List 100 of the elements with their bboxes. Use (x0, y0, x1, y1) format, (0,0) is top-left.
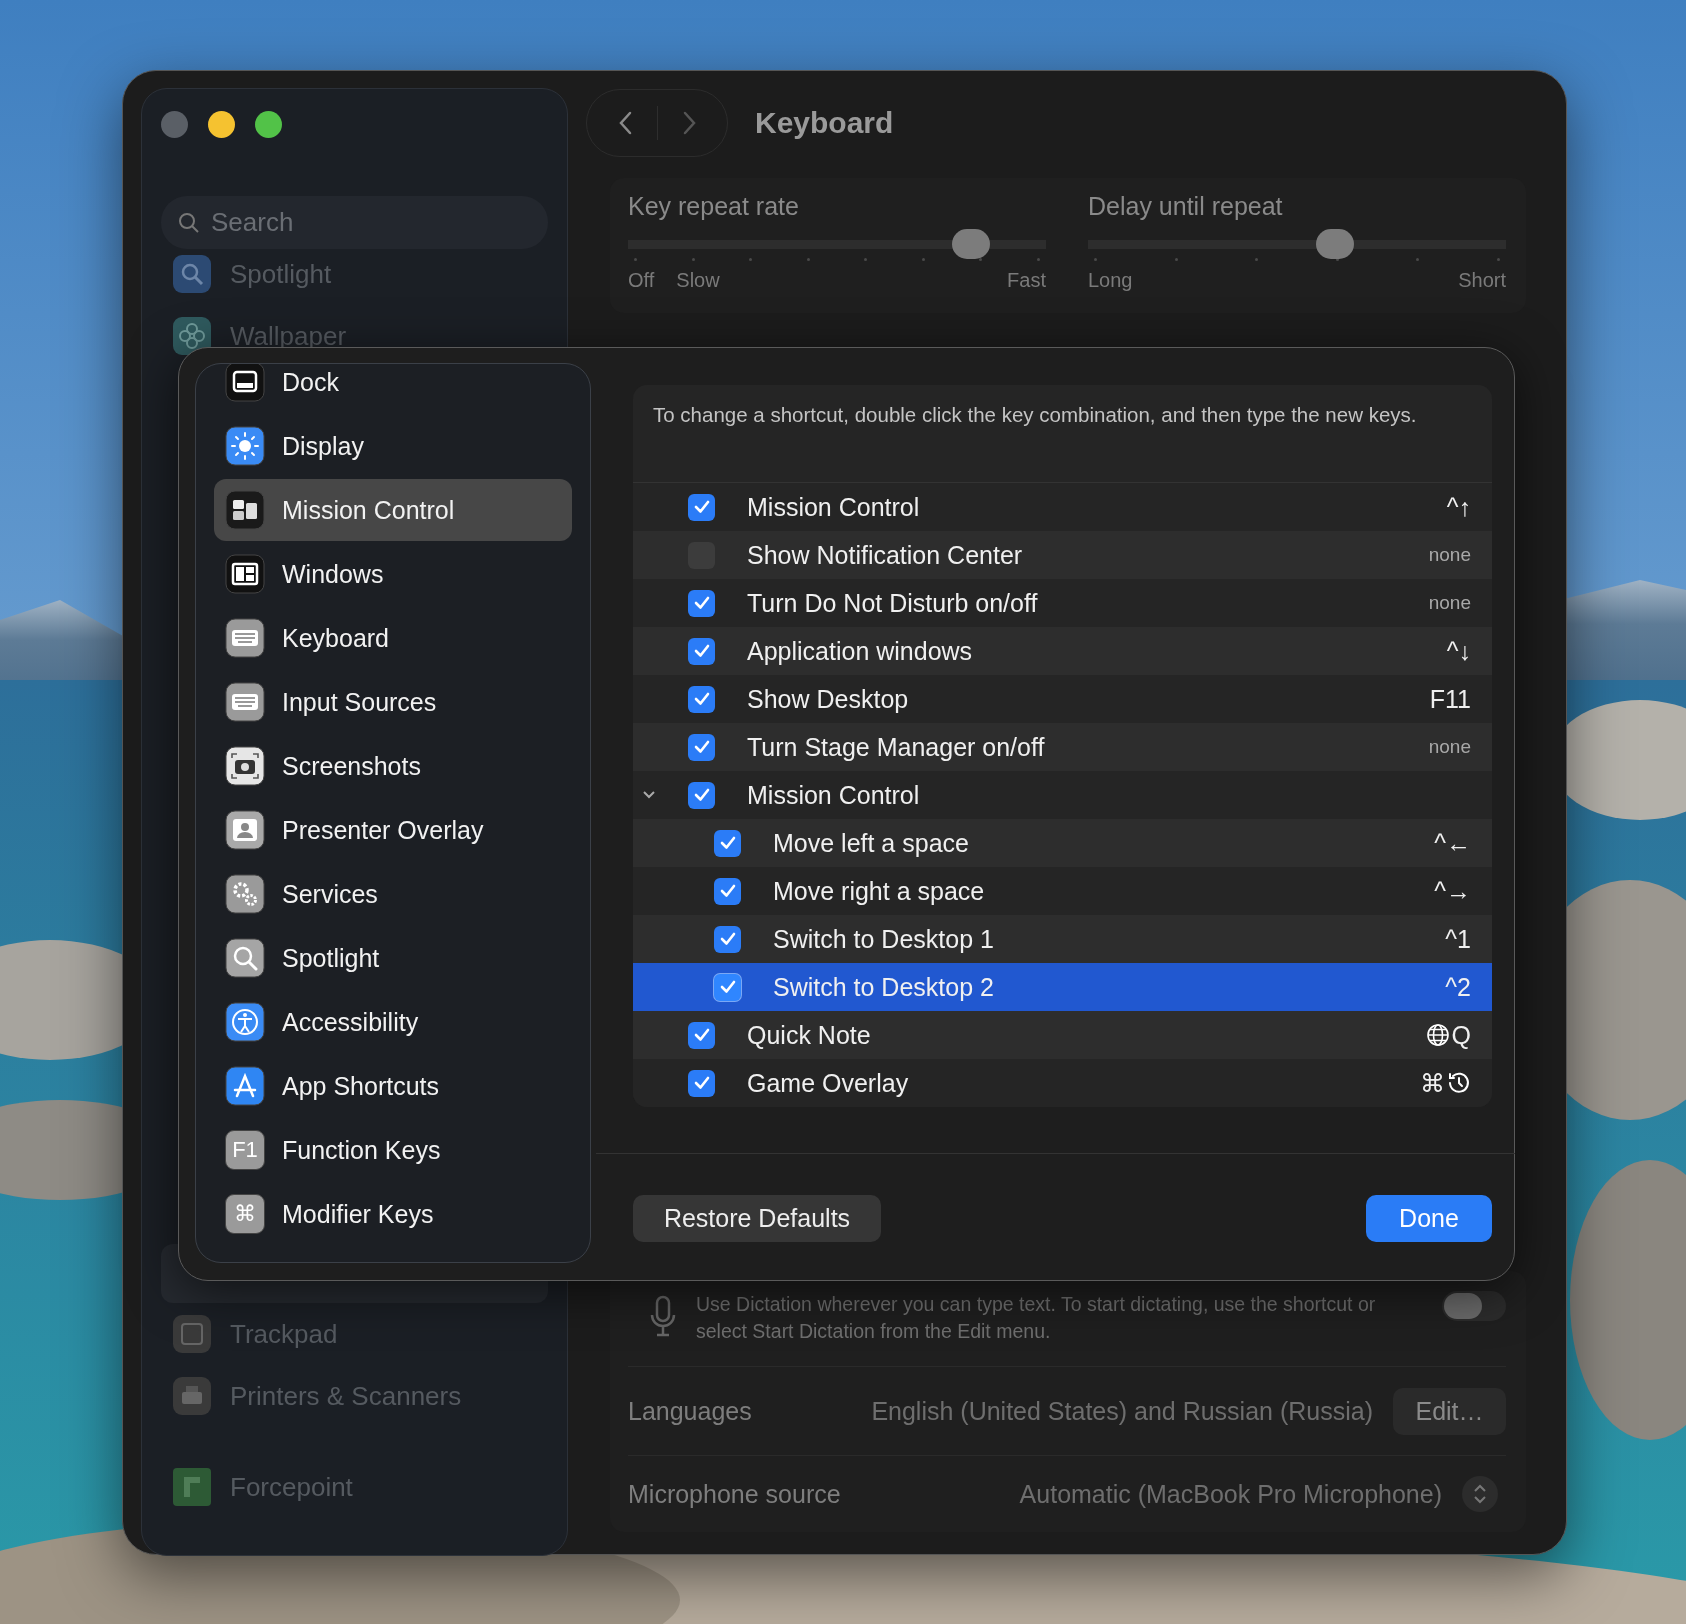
microphone-source-value: Automatic (MacBook Pro Microphone) (1019, 1479, 1442, 1509)
globe-icon (1425, 1023, 1450, 1047)
key-combination[interactable]: Q (1425, 1020, 1471, 1050)
category-item[interactable]: ⌘ Modifier Keys (214, 1183, 572, 1245)
shortcut-label: Mission Control (747, 780, 920, 810)
search-icon (177, 211, 201, 235)
shortcut-row[interactable]: Switch to Desktop 2 ^2 (633, 963, 1492, 1011)
dictation-toggle[interactable] (1442, 1291, 1506, 1321)
shortcut-label: Show Desktop (747, 684, 909, 714)
microphone-icon (648, 1295, 678, 1339)
trackpad-icon (172, 1314, 212, 1354)
category-item[interactable]: Display (214, 415, 572, 477)
shortcut-label: Turn Stage Manager on/off (747, 732, 1045, 762)
key-combination[interactable]: ^2 (1445, 972, 1471, 1002)
keyboard-icon (225, 618, 265, 658)
edit-button[interactable]: Edit… (1393, 1387, 1506, 1435)
category-item[interactable]: Keyboard (214, 607, 572, 669)
zoom-icon[interactable] (255, 110, 282, 138)
shortcut-label: Mission Control (747, 492, 920, 522)
timer-icon (1447, 1071, 1471, 1095)
key-combination[interactable]: none (1428, 544, 1471, 566)
shortcut-label: Application windows (747, 636, 973, 666)
letter-a-icon (225, 1066, 265, 1106)
key-combination[interactable]: F11 (1429, 684, 1471, 714)
shortcut-label: Move right a space (773, 876, 985, 906)
dictation-description: Use Dictation wherever you can type text. To start dictating, use the shortcut or select Start Dictation from the Edit menu. (696, 1292, 1377, 1344)
person-icon (225, 810, 265, 850)
shortcut-label: Switch to Desktop 2 (773, 972, 994, 1002)
category-item[interactable]: Screenshots (214, 735, 572, 797)
camera-icon (225, 746, 265, 786)
languages-label: Languages (628, 1396, 752, 1426)
minimize-icon[interactable] (208, 110, 235, 138)
shortcut-row[interactable]: Application windows ^↓ (633, 627, 1492, 675)
window-layout-icon (225, 554, 265, 594)
search-icon (172, 254, 212, 294)
command-key-icon: ⌘ (225, 1194, 265, 1234)
function-key-icon: F1 (225, 1130, 265, 1170)
slider-thumb[interactable] (951, 229, 990, 259)
key-combination[interactable]: ^→ (1434, 876, 1471, 906)
search-icon (225, 938, 265, 978)
shortcut-row[interactable]: Switch to Desktop 1 ^1 (633, 915, 1492, 963)
slider-label: Key repeat rate (628, 192, 800, 222)
accessibility-icon (225, 1002, 265, 1042)
shortcut-row[interactable]: Show Notification Center none (633, 531, 1492, 579)
category-item[interactable]: Windows (214, 543, 572, 605)
checkbox[interactable] (688, 1021, 715, 1049)
category-item[interactable]: F1 Function Keys (214, 1119, 572, 1181)
checkbox[interactable] (714, 829, 741, 857)
sun-icon (225, 426, 265, 466)
checkbox[interactable] (688, 493, 715, 521)
key-combination[interactable]: ^↓ (1446, 636, 1471, 666)
keyboard-icon (225, 682, 265, 722)
category-item[interactable]: Spotlight (214, 927, 572, 989)
checkbox[interactable] (688, 781, 715, 809)
category-item[interactable]: Services (214, 863, 572, 925)
languages-value: English (United States) and Russian (Russia) (871, 1396, 1373, 1426)
checkbox[interactable] (714, 973, 741, 1001)
printer-icon (172, 1376, 212, 1416)
shortcut-label: Turn Do Not Disturb on/off (747, 588, 1038, 618)
done-button[interactable]: Done (1366, 1195, 1492, 1242)
window-title: Keyboard (755, 106, 894, 140)
key-combination[interactable]: ^← (1434, 828, 1471, 858)
shortcut-label: Quick Note (747, 1020, 871, 1050)
shortcut-label: Game Overlay (747, 1068, 909, 1098)
scale-label: Short (1458, 269, 1506, 292)
checkbox[interactable] (688, 637, 715, 665)
shortcut-row[interactable]: Quick Note Q (633, 1011, 1492, 1059)
scale-label: Slow (676, 269, 720, 292)
microphone-source-label: Microphone source (628, 1479, 841, 1509)
restore-defaults-button[interactable]: Restore Defaults (633, 1195, 881, 1242)
checkbox[interactable] (714, 925, 741, 953)
scale-label: Long (1088, 269, 1133, 292)
checkbox[interactable] (688, 1069, 715, 1097)
mission-control-icon (225, 490, 265, 530)
key-combination[interactable]: none (1428, 592, 1471, 614)
category-item[interactable]: App Shortcuts (214, 1055, 572, 1117)
category-item[interactable]: Input Sources (214, 671, 572, 733)
category-item[interactable]: Dock (214, 364, 572, 413)
checkbox[interactable] (688, 589, 715, 617)
key-combination[interactable]: ^↑ (1446, 492, 1471, 522)
category-item[interactable]: Presenter Overlay (214, 799, 572, 861)
checkbox[interactable] (688, 685, 715, 713)
gears-icon (225, 874, 265, 914)
close-icon[interactable] (161, 110, 188, 138)
stepper-icon[interactable] (1462, 1476, 1498, 1512)
checkbox[interactable] (714, 877, 741, 905)
checkbox[interactable] (688, 733, 715, 761)
shortcut-row[interactable]: Turn Stage Manager on/off none (633, 723, 1492, 771)
key-combination[interactable]: ⌘ (1420, 1068, 1471, 1098)
slider-thumb[interactable] (1315, 229, 1354, 259)
key-combination[interactable]: none (1428, 736, 1471, 758)
shortcut-label: Show Notification Center (747, 540, 1023, 570)
category-item[interactable]: Accessibility (214, 991, 572, 1053)
key-combination[interactable]: ^1 (1445, 924, 1471, 954)
shortcut-row[interactable]: Move left a space ^← (633, 819, 1492, 867)
flower-icon (172, 316, 212, 356)
scale-label: Fast (1007, 269, 1046, 292)
category-item[interactable]: Mission Control (214, 479, 572, 541)
search-field[interactable]: Search (161, 196, 548, 249)
slider-label: Delay until repeat (1088, 192, 1284, 222)
